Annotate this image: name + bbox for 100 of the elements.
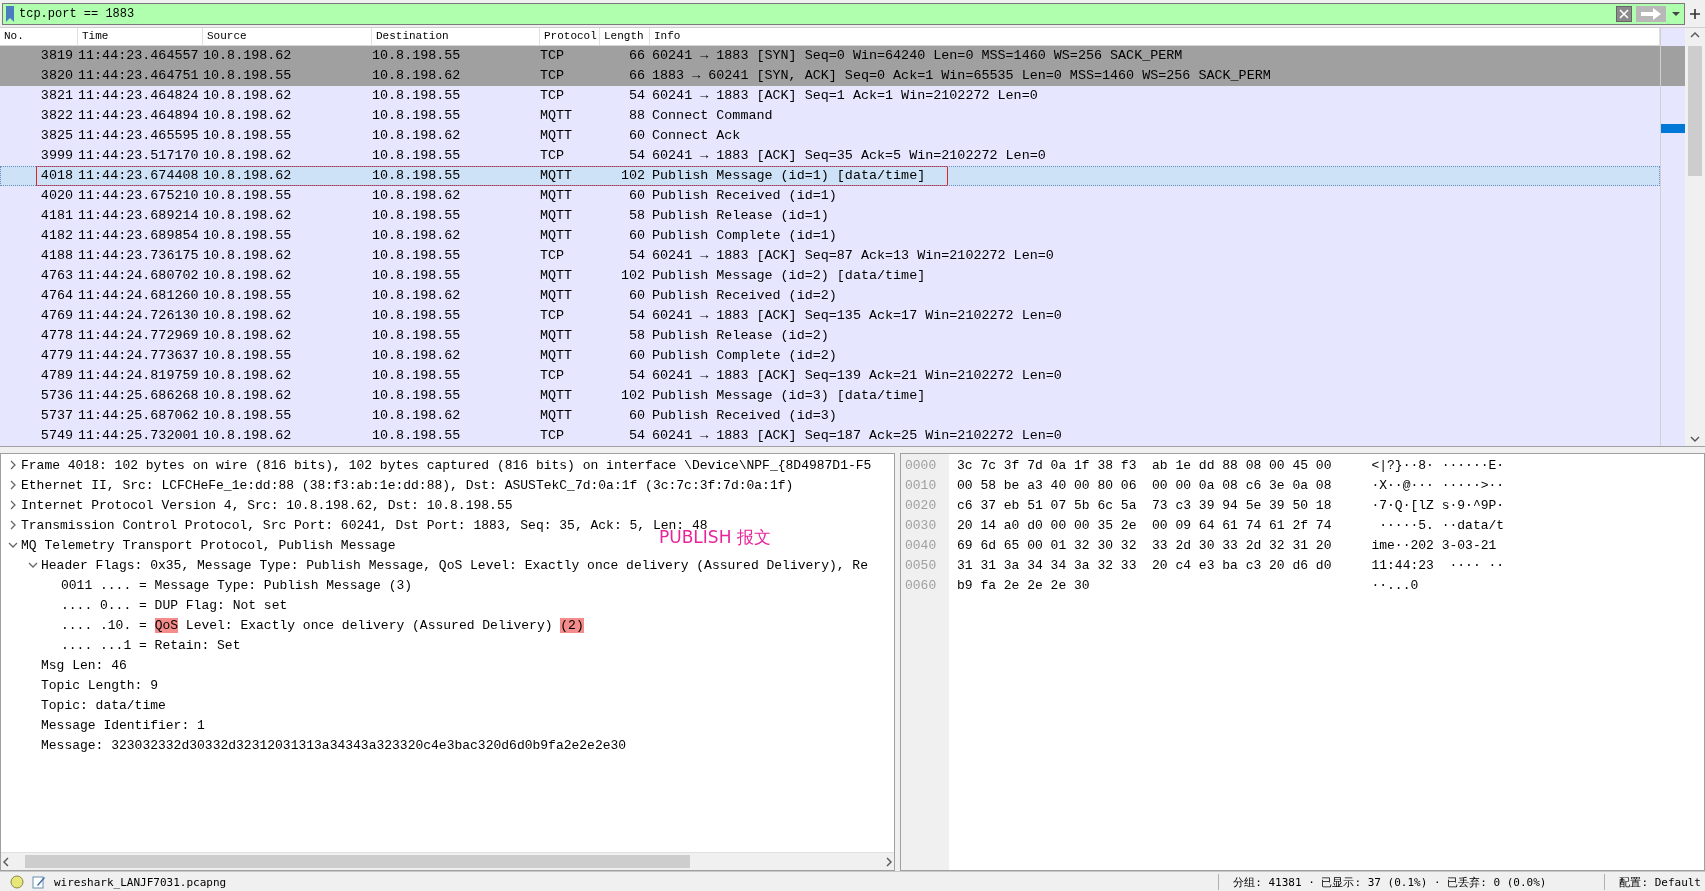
table-cell-text: 10.8.198.55 (372, 167, 462, 185)
table-cell-text: 10.8.198.55 (372, 367, 462, 385)
packet-row[interactable]: 4188 11:44:23.736175 10.8.198.62 10.8.198.55 TCP 54 60241 → 1883 [ACK] Seq=87 Ack=13 Win=2102272 Len=0 (0, 246, 1660, 266)
tree-item-text[interactable]: Ethernet II, Src: LCFCHeFe_1e:dd:88 (38:f3:ab:1e:dd:88), Dst: ASUSTekC_7d:0a:1f (3c:7c:3f:7d:0a:1f) (21, 477, 794, 493)
packet-row[interactable]: 3822 11:44:23.464894 10.8.198.62 10.8.198.55 MQTT 88 Connect Command (0, 106, 1660, 126)
collapsed-chevron-icon[interactable] (8, 480, 18, 490)
display-filter-input[interactable]: tcp.port == 1883 (19, 6, 1612, 21)
packet-row[interactable]: 4018 11:44:23.674408 10.8.198.62 10.8.198.55 MQTT 102 Publish Message (id=1) [data/time] (0, 166, 1660, 186)
table-cell-text: 54 (627, 307, 646, 325)
column-header[interactable]: Destination (372, 28, 540, 45)
packet-row[interactable]: 4020 11:44:23.675210 10.8.198.55 10.8.198.62 MQTT 60 Publish Received (id=1) (0, 186, 1660, 206)
tree-item-text[interactable]: Topic: data/time (41, 697, 166, 713)
packet-row[interactable]: 4764 11:44:24.681260 10.8.198.55 10.8.198.62 MQTT 60 Publish Received (id=2) (0, 286, 1660, 306)
add-filter-icon[interactable] (1689, 7, 1701, 20)
expanded-chevron-icon[interactable] (28, 560, 38, 570)
table-cell-text: 3822 (39, 107, 74, 125)
tree-item-text[interactable]: Msg Len: 46 (41, 657, 127, 673)
table-cell-text: 3819 (39, 47, 74, 65)
table-cell-text: 66 (627, 47, 646, 65)
table-cell-text: MQTT (540, 207, 574, 225)
column-header[interactable]: Time (78, 28, 203, 45)
table-cell-text: 54 (627, 247, 646, 265)
column-header[interactable]: Length (600, 28, 650, 45)
scroll-left-icon[interactable] (1, 855, 11, 868)
packet-row[interactable]: 5736 11:44:25.686268 10.8.198.62 10.8.198.55 MQTT 102 Publish Message (id=3) [data/time] (0, 386, 1660, 406)
tree-item-text[interactable]: Message: 323032332d30332d32312031313a34343a323320c4e3bac320d6d0b9fa2e2e2e30 (41, 737, 627, 753)
table-cell-text: 4769 (39, 307, 74, 325)
table-cell-text: MQTT (540, 227, 574, 245)
tree-item-text[interactable]: Internet Protocol Version 4, Src: 10.8.198.62, Dst: 10.8.198.55 (21, 497, 513, 513)
scroll-right-icon[interactable] (884, 855, 894, 868)
table-cell-text: 11:44:23.464557 (78, 47, 200, 65)
hex-bytes: 00 58 be a3 40 00 80 06 00 00 0a 08 c6 3e 0a 08 (957, 477, 1332, 495)
tree-item-text[interactable]: Topic Length: 9 (41, 677, 159, 693)
tree-item-text[interactable]: MQ Telemetry Transport Protocol, Publish Message (21, 537, 396, 553)
table-cell-text: Publish Received (id=3) (651, 407, 838, 425)
table-cell-text: TCP (540, 147, 566, 165)
table-cell-text: 11:44:23.464894 (78, 107, 200, 125)
table-cell-text: 10.8.198.62 (203, 427, 293, 445)
column-header[interactable]: Protocol (540, 28, 600, 45)
vertical-scrollbar[interactable] (1685, 28, 1705, 446)
packet-row[interactable]: 5737 11:44:25.687062 10.8.198.55 10.8.198.62 MQTT 60 Publish Received (id=3) (0, 406, 1660, 426)
packet-row[interactable]: 4779 11:44:24.773637 10.8.198.55 10.8.198.62 MQTT 60 Publish Complete (id=2) (0, 346, 1660, 366)
table-cell-text: MQTT (540, 287, 574, 305)
scrollbar-thumb[interactable] (1688, 46, 1702, 176)
packet-row[interactable]: 3825 11:44:23.465595 10.8.198.55 10.8.198.62 MQTT 60 Connect Ack (0, 126, 1660, 146)
table-cell-text: MQTT (540, 107, 574, 125)
table-cell-text: 10.8.198.62 (203, 207, 293, 225)
hex-bytes: 69 6d 65 00 01 32 30 32 33 2d 30 33 2d 32 31 20 (957, 537, 1332, 555)
profile-label[interactable]: 配置: Default (1619, 874, 1701, 890)
packet-row[interactable]: 4789 11:44:24.819759 10.8.198.62 10.8.198.55 TCP 54 60241 → 1883 [ACK] Seq=139 Ack=21 Win=2102272 Len=0 (0, 366, 1660, 386)
byte-offset: 0050 (905, 557, 938, 575)
table-cell-text: Publish Message (id=1) [data/time] (651, 167, 927, 185)
table-cell-text: 10.8.198.62 (203, 387, 293, 405)
bookmark-icon[interactable] (5, 5, 15, 22)
table-cell-text: 10.8.198.55 (372, 327, 462, 345)
packet-minimap[interactable] (1660, 28, 1685, 446)
packet-row[interactable]: 3820 11:44:23.464751 10.8.198.55 10.8.198.62 TCP 66 1883 → 60241 [SYN, ACK] Seq=0 Ack=1 Win=65535 Len=0 MSS=1460 WS=256 SACK_PERM (0, 66, 1660, 86)
edit-comment-icon[interactable] (32, 875, 46, 889)
tree-item-text[interactable]: Frame 4018: 102 bytes on wire (816 bits), 102 bytes captured (816 bits) on interface \Device\NPF_{8D4987D1-F5 (21, 457, 872, 473)
collapsed-chevron-icon[interactable] (8, 520, 18, 530)
table-cell-text: 60241 → 1883 [ACK] Seq=187 Ack=25 Win=2102272 Len=0 (651, 427, 1063, 445)
table-cell-text: 54 (627, 427, 646, 445)
ascii-bytes: ·7·Q·[lZ s·9·^9P· (1371, 497, 1505, 515)
table-cell-text: 11:44:23.736175 (78, 247, 200, 265)
horizontal-scrollbar[interactable] (1, 852, 894, 870)
table-cell-text: 5736 (39, 387, 74, 405)
clear-filter-icon[interactable] (1616, 5, 1632, 22)
column-header[interactable]: Source (203, 28, 372, 45)
packet-row[interactable]: 4182 11:44:23.689854 10.8.198.55 10.8.198.62 MQTT 60 Publish Complete (id=1) (0, 226, 1660, 246)
packet-row[interactable]: 4769 11:44:24.726130 10.8.198.62 10.8.198.55 TCP 54 60241 → 1883 [ACK] Seq=135 Ack=17 Win=2102272 Len=0 (0, 306, 1660, 326)
packet-row[interactable]: 5749 11:44:25.732001 10.8.198.62 10.8.198.55 TCP 54 60241 → 1883 [ACK] Seq=187 Ack=25 Win=2102272 Len=0 (0, 426, 1660, 446)
scrollbar-thumb[interactable] (25, 855, 690, 868)
packet-row[interactable]: 4778 11:44:24.772969 10.8.198.62 10.8.198.55 MQTT 58 Publish Release (id=2) (0, 326, 1660, 346)
table-cell-text: 10.8.198.55 (203, 347, 293, 365)
table-cell-text: 60241 → 1883 [ACK] Seq=1 Ack=1 Win=2102272 Len=0 (651, 87, 1039, 105)
tree-item-text[interactable]: Header Flags: 0x35, Message Type: Publish Message, QoS Level: Exactly once delivery (Assured Delivery), Re (41, 557, 868, 573)
table-cell-text: 10.8.198.55 (372, 307, 462, 325)
table-cell-text: 10.8.198.62 (203, 167, 293, 185)
tree-item-text[interactable]: .... ...1 = Retain: Set (61, 637, 241, 653)
column-header[interactable]: No. (0, 28, 78, 45)
collapsed-chevron-icon[interactable] (8, 500, 18, 510)
packet-row[interactable]: 3819 11:44:23.464557 10.8.198.62 10.8.198.55 TCP 66 60241 → 1883 [SYN] Seq=0 Win=64240 Len=0 MSS=1460 WS=256 SACK_PERM (0, 46, 1660, 66)
table-cell-text: 11:44:23.675210 (78, 187, 200, 205)
table-cell-text: 58 (627, 207, 646, 225)
hex-bytes: 31 31 3a 34 34 3a 32 33 20 c4 e3 ba c3 20 d6 d0 (957, 557, 1332, 575)
packet-row[interactable]: 4181 11:44:23.689214 10.8.198.62 10.8.198.55 MQTT 58 Publish Release (id=1) (0, 206, 1660, 226)
tree-item-text[interactable]: 0011 .... = Message Type: Publish Message (3) (61, 577, 413, 593)
table-cell-text: TCP (540, 367, 566, 385)
collapsed-chevron-icon[interactable] (8, 460, 18, 470)
packet-row[interactable]: 3999 11:44:23.517170 10.8.198.62 10.8.198.55 TCP 54 60241 → 1883 [ACK] Seq=35 Ack=5 Win=2102272 Len=0 (0, 146, 1660, 166)
table-cell-text: 11:44:25.686268 (78, 387, 200, 405)
packet-row[interactable]: 4763 11:44:24.680702 10.8.198.62 10.8.198.55 MQTT 102 Publish Message (id=2) [data/time] (0, 266, 1660, 286)
table-cell-text: Publish Message (id=2) [data/time] (651, 267, 927, 285)
tree-item-text[interactable]: Message Identifier: 1 (41, 717, 205, 733)
table-cell-text: 10.8.198.55 (372, 147, 462, 165)
tree-item-text[interactable]: .... 0... = DUP Flag: Not set (61, 597, 288, 613)
tree-item-text[interactable]: .... .10. = QoS Level: Exactly once delivery (Assured Delivery) (2) (61, 617, 584, 633)
display-filter-field[interactable]: tcp.port == 1883 (2, 2, 1685, 25)
expanded-chevron-icon[interactable] (8, 540, 18, 550)
packet-row[interactable]: 3821 11:44:23.464824 10.8.198.62 10.8.198.55 TCP 54 60241 → 1883 [ACK] Seq=1 Ack=1 Win=2102272 Len=0 (0, 86, 1660, 106)
